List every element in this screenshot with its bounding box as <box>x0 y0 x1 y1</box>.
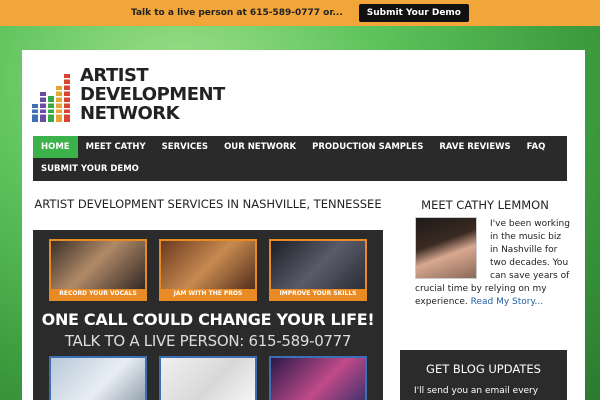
read-my-story-link[interactable]: Read My Story... <box>471 297 544 307</box>
page-title: ARTIST DEVELOPMENT SERVICES IN NASHVILLE… <box>34 197 382 211</box>
logo-wordmark: ARTIST DEVELOPMENT NETWORK <box>80 66 225 123</box>
top-announcement-bar: Talk to a live person at 615-589-0777 or… <box>0 0 600 26</box>
thumb-caption: RECORD YOUR VOCALS <box>51 289 145 299</box>
main-navigation: HOME MEET CATHY SERVICES OUR NETWORK PRO… <box>33 136 567 181</box>
sheet-music-photo <box>161 358 255 400</box>
promo-phone: TALK TO A LIVE PERSON: 615-589-0777 <box>64 332 352 350</box>
vocal-photo <box>51 241 145 293</box>
blog-updates-title: GET BLOG UPDATES <box>426 362 541 376</box>
logo-line: NETWORK <box>80 103 180 124</box>
thumb-singer[interactable] <box>49 356 147 400</box>
sidebar-title: MEET CATHY LEMMON <box>421 198 549 212</box>
promo-headline: ONE CALL COULD CHANGE YOUR LIFE! <box>41 310 375 329</box>
stage-photo <box>271 358 365 400</box>
sidebar-bio: I've been working in the music biz in Na… <box>415 218 570 309</box>
page-container: ARTIST DEVELOPMENT NETWORK HOME MEET CAT… <box>22 50 585 400</box>
logo-line: ARTIST <box>80 65 149 86</box>
topbar-text: Talk to a live person at 615-589-0777 or… <box>131 8 343 18</box>
guitar-photo <box>271 241 365 293</box>
thumb-improve-skills[interactable]: IMPROVE YOUR SKILLS <box>269 239 367 301</box>
blog-updates-text: I'll send you an email every <box>414 386 539 396</box>
thumb-caption: JAM WITH THE PROS <box>161 289 255 299</box>
nav-item-services[interactable]: SERVICES <box>154 136 216 158</box>
blog-updates-box: GET BLOG UPDATES I'll send you an email … <box>400 350 567 400</box>
singer-photo <box>51 358 145 400</box>
thumb-jam-pros[interactable]: JAM WITH THE PROS <box>159 239 257 301</box>
thumb-sheet-music[interactable] <box>159 356 257 400</box>
submit-demo-button[interactable]: Submit Your Demo <box>358 4 469 22</box>
nav-item-home[interactable]: HOME <box>33 136 78 158</box>
thumb-caption: IMPROVE YOUR SKILLS <box>271 289 365 299</box>
nav-item-faq[interactable]: FAQ <box>519 136 554 158</box>
nav-item-submit-demo[interactable]: SUBMIT YOUR DEMO <box>33 158 147 180</box>
nav-item-meet-cathy[interactable]: MEET CATHY <box>78 136 154 158</box>
nav-item-our-network[interactable]: OUR NETWORK <box>216 136 304 158</box>
promo-banner[interactable]: RECORD YOUR VOCALS JAM WITH THE PROS IMP… <box>33 230 383 400</box>
studio-photo <box>161 241 255 293</box>
site-logo[interactable]: ARTIST DEVELOPMENT NETWORK <box>32 66 292 126</box>
thumb-stage[interactable] <box>269 356 367 400</box>
thumb-record-vocals[interactable]: RECORD YOUR VOCALS <box>49 239 147 301</box>
nav-item-rave-reviews[interactable]: RAVE REVIEWS <box>431 136 518 158</box>
nav-item-production-samples[interactable]: PRODUCTION SAMPLES <box>304 136 431 158</box>
logo-line: DEVELOPMENT <box>80 84 225 105</box>
